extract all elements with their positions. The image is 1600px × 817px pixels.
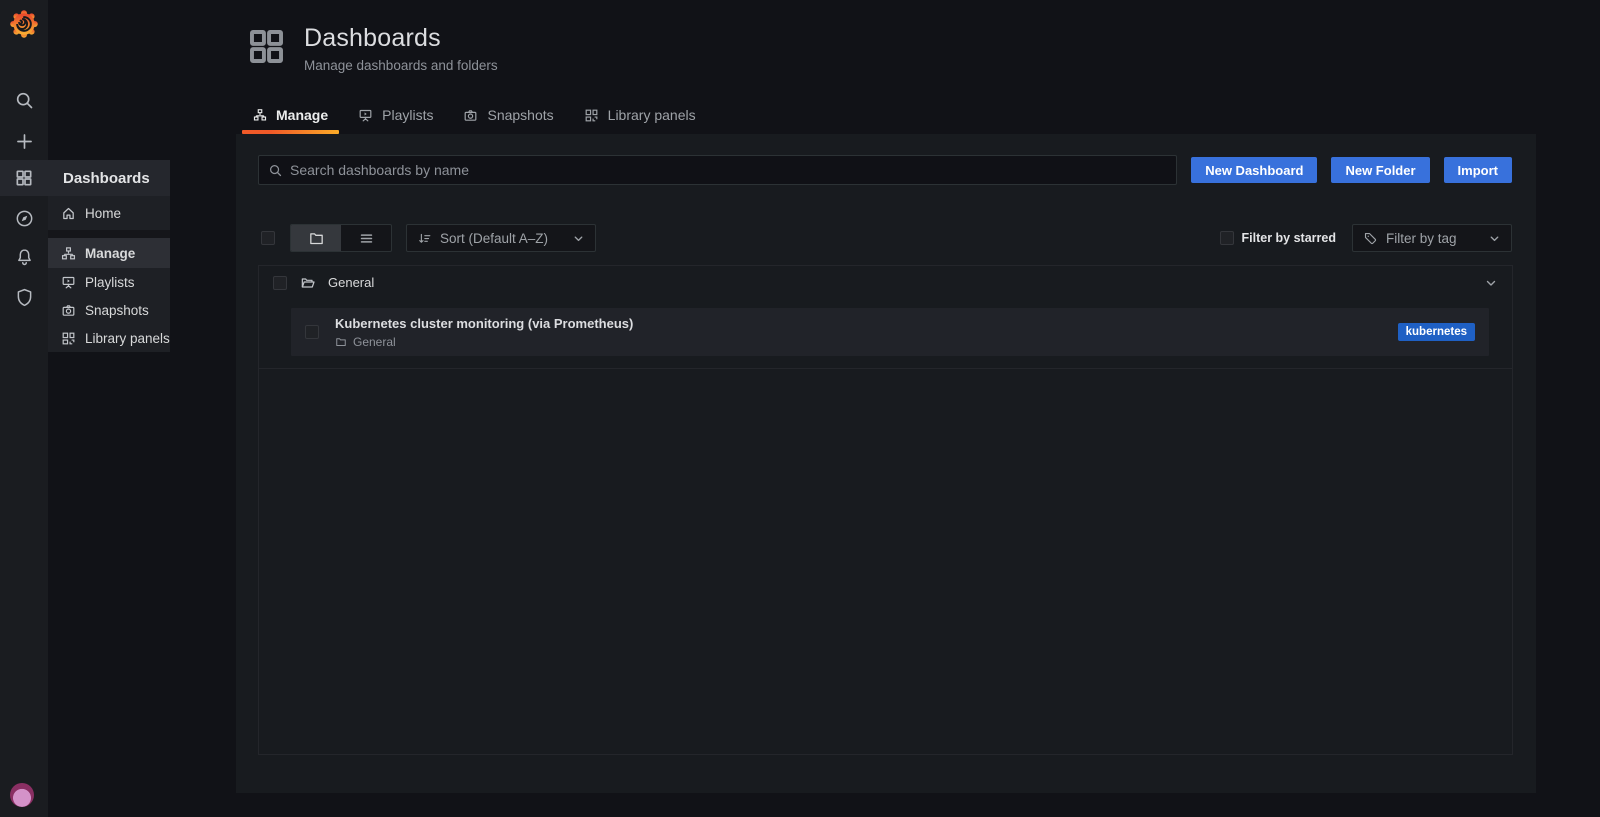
tab-label: Playlists: [382, 107, 433, 123]
list-view-button[interactable]: [341, 225, 391, 251]
sidebar-alerting-button[interactable]: [0, 239, 48, 275]
dashboard-row-kubernetes[interactable]: Kubernetes cluster monitoring (via Prome…: [291, 308, 1489, 356]
menu-divider: [48, 230, 170, 238]
user-avatar[interactable]: [10, 783, 34, 807]
library-panels-icon: [61, 331, 76, 346]
tag-icon: [1363, 231, 1378, 246]
folder-checkbox[interactable]: [273, 276, 287, 290]
tag-dropdown-label: Filter by tag: [1386, 231, 1457, 246]
tab-library-panels[interactable]: Library panels: [573, 98, 707, 132]
folder-view-button[interactable]: [291, 225, 341, 251]
dashboard-title: Kubernetes cluster monitoring (via Prome…: [335, 316, 1398, 331]
menu-item-manage[interactable]: Manage: [48, 238, 170, 268]
list-icon: [358, 230, 375, 247]
select-all-checkbox[interactable]: [261, 231, 275, 245]
dashboard-checkbox[interactable]: [305, 325, 319, 339]
menu-item-label: Library panels: [85, 331, 170, 346]
dashboard-info: Kubernetes cluster monitoring (via Prome…: [335, 316, 1398, 349]
sitemap-icon: [61, 246, 76, 261]
sidebar-explore-button[interactable]: [0, 200, 48, 236]
menu-item-label: Playlists: [85, 275, 135, 290]
filter-by-tag-dropdown[interactable]: Filter by tag: [1352, 224, 1512, 252]
menu-item-label: Home: [85, 206, 121, 221]
import-button[interactable]: Import: [1444, 157, 1512, 183]
menu-item-library-panels[interactable]: Library panels: [48, 324, 170, 352]
page-subtitle: Manage dashboards and folders: [304, 58, 498, 73]
shield-icon: [14, 287, 35, 308]
dashboard-folder-path: General: [335, 335, 1398, 349]
sort-dropdown-label: Sort (Default A–Z): [440, 231, 548, 246]
tab-snapshots[interactable]: Snapshots: [452, 98, 564, 132]
filter-by-starred[interactable]: Filter by starred: [1220, 231, 1336, 245]
sidebar-search-button[interactable]: [0, 82, 48, 118]
flyout-menu-title: Dashboards: [48, 160, 170, 196]
tab-playlists[interactable]: Playlists: [347, 98, 444, 132]
tab-bar: Manage Playlists Snapshots Library panel…: [242, 98, 715, 132]
apps-grid-icon: [246, 26, 287, 67]
dashboards-flyout-menu: Dashboards Home Manage Playlists Snapsho…: [48, 160, 170, 352]
page-title: Dashboards: [304, 24, 498, 53]
search-box: [258, 155, 1177, 185]
page-header: Dashboards Manage dashboards and folders: [246, 24, 498, 73]
tab-manage[interactable]: Manage: [242, 98, 339, 132]
plus-icon: [14, 131, 35, 152]
view-toggle: [290, 224, 392, 252]
menu-item-label: Snapshots: [85, 303, 149, 318]
menu-item-label: Manage: [85, 246, 135, 261]
chevron-down-icon: [1488, 232, 1501, 245]
apps-grid-icon: [14, 168, 34, 188]
menu-item-playlists[interactable]: Playlists: [48, 268, 170, 296]
sitemap-icon: [253, 108, 267, 122]
sort-amount-down-icon: [417, 231, 432, 246]
folder-open-icon: [300, 275, 316, 291]
search-icon: [268, 163, 283, 178]
folder-section-name: General: [328, 275, 374, 290]
sidebar-add-button[interactable]: [0, 123, 48, 159]
search-results-panel: General Kubernetes cluster monitoring (v…: [258, 265, 1513, 755]
menu-item-snapshots[interactable]: Snapshots: [48, 296, 170, 324]
main-content: Dashboards Manage dashboards and folders…: [236, 0, 1536, 817]
starred-label: Filter by starred: [1242, 231, 1336, 245]
tag-badge-kubernetes[interactable]: kubernetes: [1398, 323, 1475, 341]
sidebar-dashboards-button[interactable]: [0, 160, 48, 196]
tab-label: Snapshots: [487, 107, 553, 123]
sidebar: [0, 0, 48, 817]
content-panel: New Dashboard New Folder Import: [236, 134, 1536, 793]
folder-icon: [308, 230, 325, 247]
section-divider: [259, 368, 1512, 369]
search-row: New Dashboard New Folder Import: [258, 155, 1512, 185]
search-input[interactable]: [290, 162, 1167, 178]
tab-label: Library panels: [608, 107, 696, 123]
folder-icon: [335, 336, 347, 348]
camera-icon: [61, 303, 76, 318]
new-folder-button[interactable]: New Folder: [1331, 157, 1429, 183]
filter-row: Sort (Default A–Z) Filter by starred Fil…: [261, 224, 1512, 252]
tab-label: Manage: [276, 107, 328, 123]
menu-item-home[interactable]: Home: [48, 196, 170, 230]
presentation-play-icon: [61, 275, 76, 290]
grafana-logo-icon: [9, 9, 39, 39]
search-icon: [14, 90, 35, 111]
bell-icon: [14, 247, 35, 268]
sort-dropdown[interactable]: Sort (Default A–Z): [406, 224, 596, 252]
chevron-down-icon[interactable]: [1484, 276, 1498, 290]
grafana-logo[interactable]: [0, 5, 48, 43]
dashboard-folder-name: General: [353, 335, 396, 349]
camera-icon: [463, 108, 478, 123]
new-dashboard-button[interactable]: New Dashboard: [1191, 157, 1317, 183]
chevron-down-icon: [572, 232, 585, 245]
sidebar-admin-button[interactable]: [0, 279, 48, 315]
presentation-play-icon: [358, 108, 373, 123]
library-panels-icon: [584, 108, 599, 123]
home-icon: [61, 206, 76, 221]
compass-icon: [14, 208, 35, 229]
folder-section-general[interactable]: General: [259, 266, 1512, 299]
starred-checkbox[interactable]: [1220, 231, 1234, 245]
